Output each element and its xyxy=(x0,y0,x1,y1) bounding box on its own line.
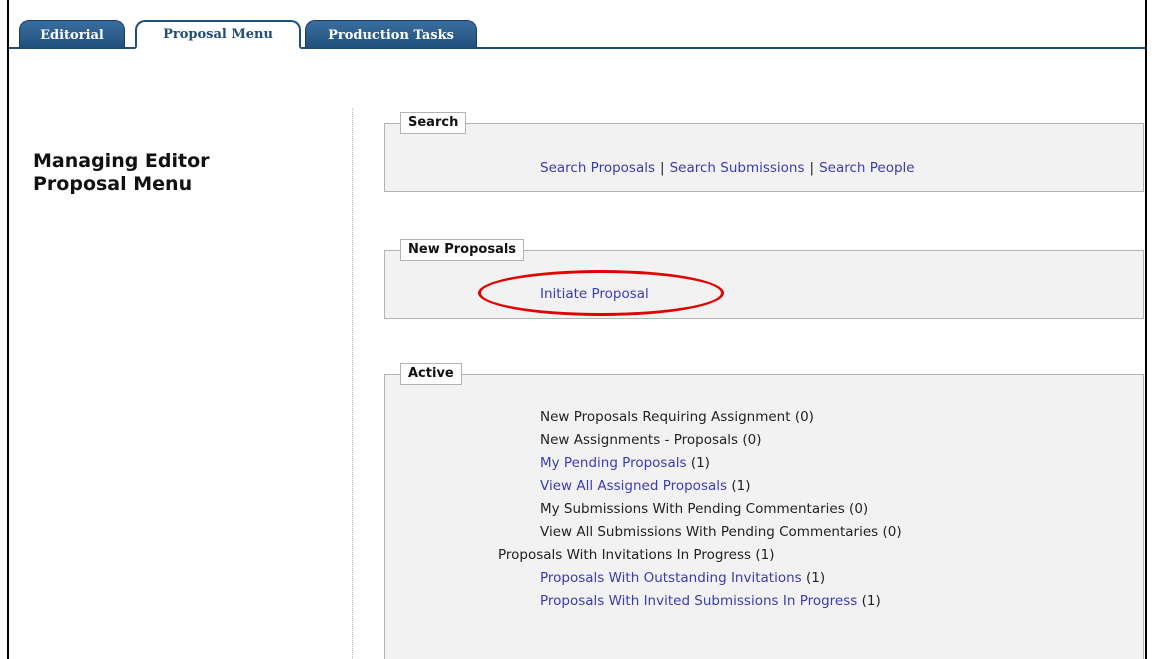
list-item-my-pending-proposals: My Pending Proposals (1) xyxy=(540,453,710,473)
tab-production-tasks[interactable]: Production Tasks xyxy=(305,20,477,49)
item-count: (1) xyxy=(755,547,775,563)
new-proposals-legend: New Proposals xyxy=(400,239,525,261)
page-title: Managing Editor Proposal Menu xyxy=(33,150,210,196)
list-item-view-all-submissions-pending-commentaries: View All Submissions With Pending Commen… xyxy=(540,522,902,542)
link-separator: | xyxy=(660,160,665,176)
tab-editorial[interactable]: Editorial xyxy=(19,20,125,49)
page-title-line-2: Proposal Menu xyxy=(33,173,193,195)
search-legend: Search xyxy=(400,112,467,134)
tab-bar: Editorial Proposal Menu Production Tasks xyxy=(9,20,1145,49)
active-legend: Active xyxy=(400,363,462,385)
item-count: (0) xyxy=(742,432,762,448)
list-item-view-all-assigned-proposals: View All Assigned Proposals (1) xyxy=(540,476,750,496)
item-count: (1) xyxy=(805,570,826,586)
item-label: View All Submissions With Pending Commen… xyxy=(540,524,879,540)
proposals-invited-submissions-link[interactable]: Proposals With Invited Submissions In Pr… xyxy=(540,593,857,609)
list-item-proposals-with-invitations-in-progress: Proposals With Invitations In Progress (… xyxy=(498,545,774,565)
list-item-my-submissions-pending-commentaries: My Submissions With Pending Commentaries… xyxy=(540,499,868,519)
page-title-line-1: Managing Editor xyxy=(33,150,210,172)
view-all-assigned-proposals-link[interactable]: View All Assigned Proposals xyxy=(540,478,727,494)
active-section: Active New Proposals Requiring Assignmen… xyxy=(384,363,1144,659)
column-divider xyxy=(352,108,353,659)
item-count: (0) xyxy=(849,501,869,517)
item-label: New Proposals Requiring Assignment xyxy=(540,409,791,425)
tab-label: Proposal Menu xyxy=(163,27,273,42)
my-pending-proposals-link[interactable]: My Pending Proposals xyxy=(540,455,687,471)
search-proposals-link[interactable]: Search Proposals xyxy=(540,160,655,176)
search-links: Search Proposals | Search Submissions | Sear… xyxy=(540,158,915,178)
initiate-proposal-link[interactable]: Initiate Proposal xyxy=(540,284,649,304)
new-proposals-section: New Proposals Initiate Proposal xyxy=(384,239,1144,319)
link-separator: | xyxy=(809,160,815,176)
item-count: (1) xyxy=(731,478,751,494)
tab-label: Production Tasks xyxy=(328,27,454,43)
proposals-outstanding-invitations-link[interactable]: Proposals With Outstanding Invitations xyxy=(540,570,802,586)
item-label: My Submissions With Pending Commentaries xyxy=(540,501,845,517)
item-count: (1) xyxy=(690,455,710,471)
tab-proposal-menu[interactable]: Proposal Menu xyxy=(135,20,301,49)
item-count: (0) xyxy=(794,409,814,425)
item-count: (1) xyxy=(861,593,881,609)
list-item-new-proposals-requiring-assignment: New Proposals Requiring Assignment (0) xyxy=(540,407,814,427)
search-people-link[interactable]: Search People xyxy=(819,160,915,176)
list-item-proposals-outstanding-invitations: Proposals With Outstanding Invitations (… xyxy=(540,568,825,588)
search-section: Search Search Proposals | Search Submissio… xyxy=(384,112,1144,192)
item-count: (0) xyxy=(882,524,902,540)
page-frame: Editorial Proposal Menu Production Tasks… xyxy=(7,0,1147,659)
item-label: New Assignments - Proposals xyxy=(540,432,739,448)
list-item-new-assignments-proposals: New Assignments - Proposals (0) xyxy=(540,430,761,450)
item-label: Proposals With Invitations In Progress xyxy=(498,547,752,563)
tab-label: Editorial xyxy=(40,27,104,43)
list-item-proposals-invited-submissions-in-progress: Proposals With Invited Submissions In Pr… xyxy=(540,591,881,611)
search-submissions-link[interactable]: Search Submissions xyxy=(670,160,805,176)
